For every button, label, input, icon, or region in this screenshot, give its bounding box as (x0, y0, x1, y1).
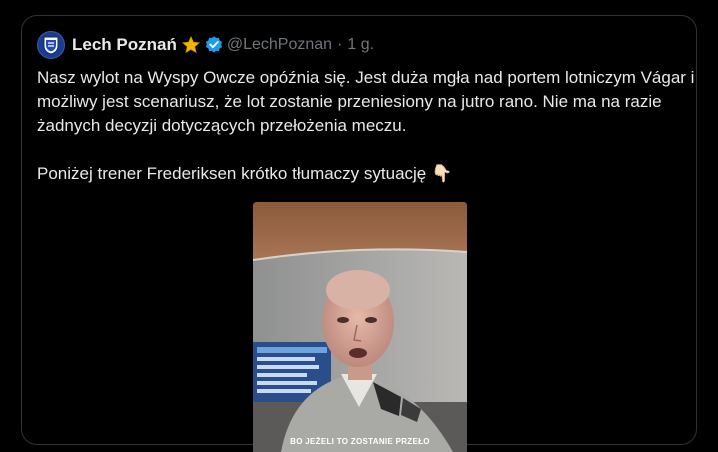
star-icon (181, 35, 201, 55)
video-caption: BO JEŻELI TO ZOSTANIE PRZEŁO (290, 437, 430, 446)
separator-dot: · (337, 36, 343, 53)
tweet-paragraph-2: Poniżej trener Frederiksen krótko tłumac… (37, 162, 697, 186)
tweet-text: Nasz wylot na Wyspy Owcze opóźnia się. J… (37, 66, 697, 186)
user-handle[interactable]: @LechPoznan (227, 36, 332, 54)
tweet-paragraph-text: Poniżej trener Frederiksen krótko tłumac… (37, 164, 427, 183)
pointing-down-hand-icon: 👇🏻 (431, 164, 453, 183)
tweet-card[interactable]: Lech Poznań @LechPoznan · 1 g. Nasz wylo… (21, 15, 697, 452)
video-player[interactable]: BO JEŻELI TO ZOSTANIE PRZEŁO (253, 202, 467, 452)
display-name[interactable]: Lech Poznań (72, 35, 177, 55)
verified-badge-icon[interactable] (204, 35, 224, 55)
tweet-paragraph: Nasz wylot na Wyspy Owcze opóźnia się. J… (37, 68, 695, 135)
video-thumbnail (253, 202, 467, 452)
lech-crest-icon[interactable] (37, 31, 65, 59)
tweet-header: Lech Poznań @LechPoznan · 1 g. (37, 30, 374, 60)
timestamp[interactable]: 1 g. (347, 36, 374, 54)
